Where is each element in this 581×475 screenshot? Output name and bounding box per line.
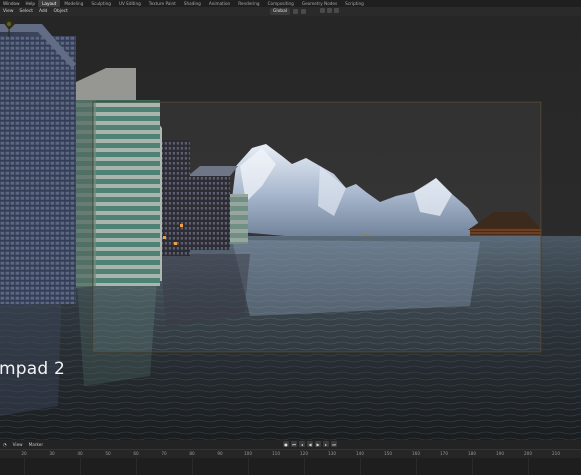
ruler-tick: 160 [412,451,420,456]
scene-render [0,16,581,440]
ruler-tick: 180 [468,451,476,456]
timeline-track-area[interactable] [0,458,581,475]
timeline-menu-view[interactable]: View [10,442,26,447]
workspace-tab-scripting[interactable]: Scripting [341,0,368,7]
3d-viewport[interactable]: mpad 2 [0,16,581,440]
grid-line [248,458,249,475]
timeline-editor-icon[interactable]: ◔ [0,442,10,447]
workspace-tab-rendering[interactable]: Rendering [234,0,263,7]
proportional-edit-icon[interactable] [327,8,332,13]
workspace-tab-compositing[interactable]: Compositing [264,0,298,7]
grid-line [360,458,361,475]
ruler-tick: 170 [440,451,448,456]
play-reverse-icon[interactable]: ◀ [307,441,313,447]
ruler-tick: 80 [189,451,195,456]
top-menu-bar: Window Help Layout Modeling Sculpting UV… [0,0,581,7]
workspace-tab-geometry-nodes[interactable]: Geometry Nodes [298,0,341,7]
menu-add[interactable]: Add [36,9,51,14]
ruler-tick: 50 [105,451,111,456]
menu-help[interactable]: Help [23,0,39,7]
grid-line [80,458,81,475]
menu-select[interactable]: Select [16,9,36,14]
jump-start-icon[interactable]: ⏮ [291,441,297,447]
ruler-tick: 30 [49,451,55,456]
record-icon[interactable]: ● [283,441,289,447]
transform-orientation-dropdown[interactable]: Global [270,8,291,15]
play-icon[interactable]: ▶ [315,441,321,447]
magnet-icon[interactable] [320,8,325,13]
ruler-tick: 100 [244,451,252,456]
falloff-icon[interactable] [334,8,339,13]
ruler-tick: 60 [133,451,139,456]
playback-controls: ● ⏮ ◂ ◀ ▶ ▸ ⏭ [283,441,337,447]
menu-object[interactable]: Object [50,9,70,14]
pivot-icon[interactable] [293,9,299,14]
ruler-tick: 130 [328,451,336,456]
ruler-tick: 140 [356,451,364,456]
viewport-header: View Select Add Object Global [0,7,581,16]
light-object-icon[interactable] [0,16,18,38]
grid-line [24,458,25,475]
ruler-tick: 110 [272,451,280,456]
workspace-tab-sculpting[interactable]: Sculpting [87,0,115,7]
workspace-tab-animation[interactable]: Animation [205,0,234,7]
ruler-tick: 40 [77,451,83,456]
proportional-controls [320,8,339,13]
ruler-tick: 20 [21,451,27,456]
transform-controls: Global [270,8,307,15]
grid-line [528,458,529,475]
ruler-tick: 150 [384,451,392,456]
ruler-tick: 120 [300,451,308,456]
timeline-menu-marker[interactable]: Marker [26,442,46,447]
menu-window[interactable]: Window [0,0,23,7]
ruler-tick: 190 [496,451,504,456]
workspace-tab-modeling[interactable]: Modeling [60,0,87,7]
jump-end-icon[interactable]: ⏭ [331,441,337,447]
snap-icon[interactable] [301,9,307,14]
grid-line [192,458,193,475]
grid-line [304,458,305,475]
workspace-tab-uv-editing[interactable]: UV Editing [115,0,145,7]
menu-view[interactable]: View [0,9,16,14]
ruler-tick: 70 [161,451,167,456]
workspace-tab-texture-paint[interactable]: Texture Paint [145,0,180,7]
prev-key-icon[interactable]: ◂ [299,441,305,447]
grid-line [472,458,473,475]
numpad-view-label: mpad 2 [0,359,65,379]
ruler-tick: 210 [552,451,560,456]
workspace-tab-layout[interactable]: Layout [38,0,61,7]
timeline-header: ◔ View Marker ● ⏮ ◂ ◀ ▶ ▸ ⏭ [0,440,581,449]
ruler-tick: 200 [524,451,532,456]
grid-line [416,458,417,475]
next-key-icon[interactable]: ▸ [323,441,329,447]
workspace-tab-shading[interactable]: Shading [180,0,205,7]
grid-line [136,458,137,475]
ruler-tick: 90 [217,451,223,456]
